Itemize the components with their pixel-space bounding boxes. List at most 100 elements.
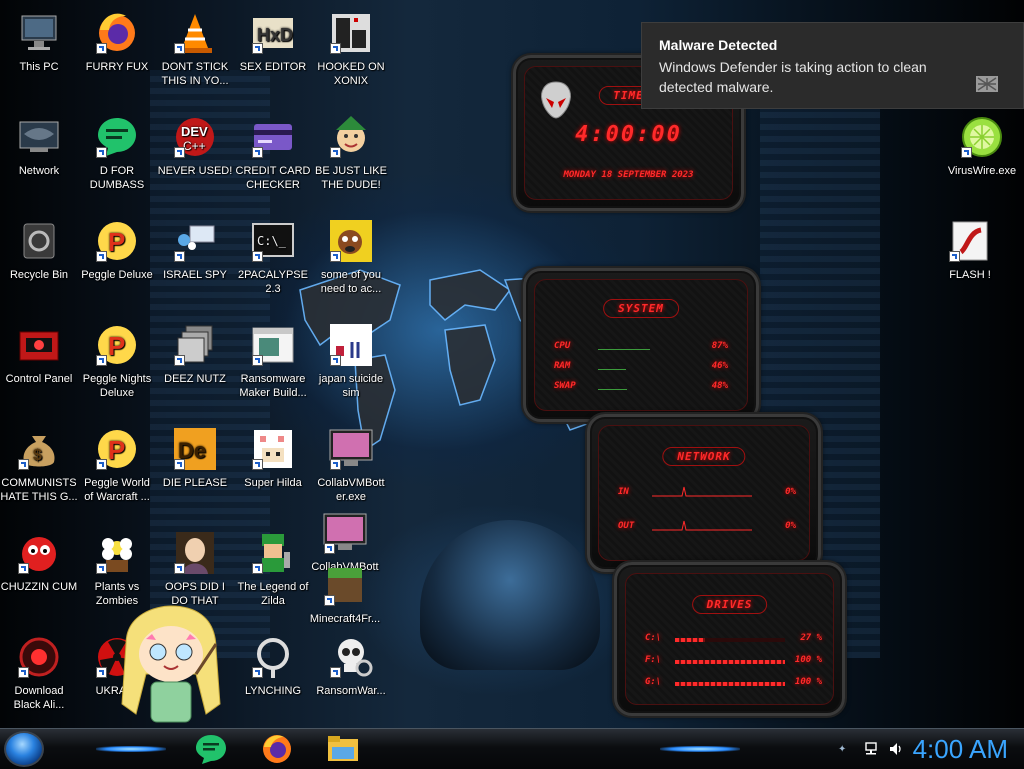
desktop-icon-peggle-nights-deluxe[interactable]: P Peggle Nights Deluxe: [78, 322, 156, 400]
desktop-icon-2pacalypse-2-3[interactable]: C:\_ 2PACALYPSE 2.3: [234, 218, 312, 296]
system-row-value: 46%: [711, 361, 728, 371]
shortcut-arrow-icon: [252, 251, 263, 262]
shortcut-arrow-icon: [96, 147, 107, 158]
tray-overflow-icon[interactable]: ✦: [838, 744, 846, 755]
shortcut-arrow-icon: [18, 667, 29, 678]
desktop-icon-lynching[interactable]: LYNCHING: [234, 634, 312, 698]
start-button[interactable]: [4, 731, 44, 767]
shortcut-arrow-icon: [324, 595, 335, 606]
desktop-icon-label: Super Hilda: [244, 477, 302, 489]
desktop-icon-dont-stick-this-in-yo[interactable]: DONT STICK THIS IN YO...: [156, 10, 234, 88]
desktop-icon-deez-nutz[interactable]: DEEZ NUTZ: [156, 322, 234, 386]
desktop-icon-furry-fux[interactable]: FURRY FUX: [78, 10, 156, 74]
desktop-icon-label: The Legend of Zilda: [237, 581, 309, 607]
shortcut-arrow-icon: [96, 43, 107, 54]
desktop-icon-collabvmbott-er-exe[interactable]: CollabVMBott er.exe: [312, 426, 390, 504]
desktop-icon-label: Peggle Deluxe: [81, 269, 153, 281]
time-gadget-clock: 4:00:00: [575, 122, 682, 147]
desktop-icon-label: BE JUST LIKE THE DUDE!: [315, 165, 387, 191]
drive-usage-fill: [675, 638, 705, 642]
desktop-icon-communists-hate-this-g[interactable]: $ COMMUNISTS HATE THIS G...: [0, 426, 78, 504]
desktop-icon-label: Control Panel: [5, 373, 73, 385]
desktop-icon-ransomwar[interactable]: RansomWar...: [312, 634, 390, 698]
credit-card-icon: [250, 114, 296, 160]
network-gadget[interactable]: NETWORK IN 0% OUT 0%: [587, 414, 821, 572]
desktop-icon-peggle-world-of-warcraft[interactable]: P Peggle World of Warcraft ...: [78, 426, 156, 504]
desktop-icon-label: ISRAEL SPY: [163, 269, 227, 281]
network-icon: [16, 114, 62, 160]
desktop-icon-chuzzin-cum[interactable]: CHUZZIN CUM: [0, 530, 78, 594]
desktop-icon-label: CREDIT CARD CHECKER: [235, 165, 311, 191]
malware-notification[interactable]: Malware Detected Windows Defender is tak…: [641, 22, 1024, 109]
desktop-icon-label: japan suicide sim: [318, 373, 384, 399]
notification-title: Malware Detected: [659, 37, 778, 53]
system-gadget[interactable]: SYSTEM CPU 87% RAM 46% SWAP 48%: [523, 268, 759, 422]
desktop-icon-peggle-deluxe[interactable]: P Peggle Deluxe: [78, 218, 156, 282]
system-row-value: 87%: [711, 341, 728, 351]
taskbar-clock[interactable]: 4:00 AM: [913, 732, 1008, 766]
shortcut-arrow-icon: [252, 563, 263, 574]
volume-icon[interactable]: [888, 741, 904, 757]
shortcut-arrow-icon: [96, 667, 107, 678]
desktop-icon-sex-editor[interactable]: HxD SEX EDITOR: [234, 10, 312, 74]
desktop-icon-hooked-on-xonix[interactable]: HOOKED ON XONIX: [312, 10, 390, 88]
desktop-icon-download-black-ali[interactable]: Download Black Ali...: [0, 634, 78, 712]
desktop-icon-control-panel[interactable]: Control Panel: [0, 322, 78, 386]
desktop-icon-this-pc[interactable]: This PC: [0, 10, 78, 74]
network-row-value: 0%: [785, 521, 796, 531]
system-row-label: CPU: [554, 341, 571, 351]
desktop-icon-label: SEX EDITOR: [239, 61, 307, 73]
desktop-icon-label: DIE PLEASE: [162, 477, 228, 489]
desktop-icon-never-used[interactable]: DEV C++ NEVER USED!: [156, 114, 234, 178]
network-tray-icon[interactable]: [864, 741, 880, 757]
shortcut-arrow-icon: [18, 459, 29, 470]
firefox-icon: [94, 10, 140, 56]
desktop-icon-label: Download Black Ali...: [13, 685, 65, 711]
firefox-icon[interactable]: [260, 733, 294, 765]
desktop-icon-viruswire-exe[interactable]: VirusWire.exe: [943, 114, 1021, 178]
desktop-icon-be-just-like-the-dude[interactable]: BE JUST LIKE THE DUDE!: [312, 114, 390, 192]
desktop-icon-japan-suicide-sim[interactable]: japan suicide sim: [312, 322, 390, 400]
desktop-icon-minecraft4fr[interactable]: Minecraft4Fr...: [306, 562, 384, 626]
elf-icon: [328, 114, 374, 160]
desktop-icon-ransomware-maker-build[interactable]: Ransomware Maker Build...: [234, 322, 312, 400]
desktop-icon-label: FURRY FUX: [85, 61, 149, 73]
system-gadget-title: SYSTEM: [603, 299, 679, 318]
system-row-value: 48%: [711, 381, 728, 391]
network-activity-graph: [652, 486, 752, 497]
desktop-icon-credit-card-checker[interactable]: CREDIT CARD CHECKER: [234, 114, 312, 192]
spy-icon: [172, 218, 218, 264]
desktop-icon-plants-vs-zombies[interactable]: Plants vs Zombies: [78, 530, 156, 608]
desktop-icon-label: CollabVMBott er.exe: [317, 477, 385, 503]
japan-sim-icon: [328, 322, 374, 368]
desktop-icon-the-legend-of-zilda[interactable]: The Legend of Zilda: [234, 530, 312, 608]
drive-row-value: 27 %: [800, 633, 822, 643]
desktop-icon-israel-spy[interactable]: ISRAEL SPY: [156, 218, 234, 282]
desktop-icon-label: NEVER USED!: [157, 165, 233, 177]
desktop-icon-super-hilda[interactable]: Super Hilda: [234, 426, 312, 490]
drives-gadget[interactable]: DRIVES C:\ 27 % F:\ 100 % G:\ 100 %: [614, 562, 845, 716]
chuzzle-icon: [16, 530, 62, 576]
drive-row-value: 100 %: [794, 655, 822, 665]
shortcut-arrow-icon: [252, 667, 263, 678]
desktop-icon-flash[interactable]: FLASH !: [931, 218, 1009, 282]
desktop-icon-d-for-dumbass[interactable]: D FOR DUMBASS: [78, 114, 156, 192]
network-gadget-title: NETWORK: [662, 447, 746, 466]
desktop-icon-recycle-bin[interactable]: Recycle Bin: [0, 218, 78, 282]
chat-bubble-icon[interactable]: [194, 733, 228, 765]
desktop-icon-oops-did-i-do-that[interactable]: OOPS DID I DO THAT: [156, 530, 234, 608]
desktop-icon-die-please[interactable]: De DIE PLEASE: [156, 426, 234, 490]
network-activity-graph: [652, 520, 752, 531]
desktop-icon-network[interactable]: Network: [0, 114, 78, 178]
monitor-pink-icon: [328, 426, 374, 472]
shortcut-arrow-icon: [96, 251, 107, 262]
drive-row-value: 100 %: [794, 677, 822, 687]
desktop-icon-label: Ransomware Maker Build...: [239, 373, 307, 399]
shortcut-arrow-icon: [174, 251, 185, 262]
system-row-label: RAM: [554, 361, 571, 371]
system-row-label: SWAP: [554, 381, 576, 391]
file-explorer-icon[interactable]: [326, 733, 360, 765]
desktop-icon-some-of-you-need-to-ac[interactable]: some of you need to ac...: [312, 218, 390, 296]
desktop-icon-label: This PC: [19, 61, 59, 73]
desktop-icon-label: Minecraft4Fr...: [309, 613, 381, 625]
